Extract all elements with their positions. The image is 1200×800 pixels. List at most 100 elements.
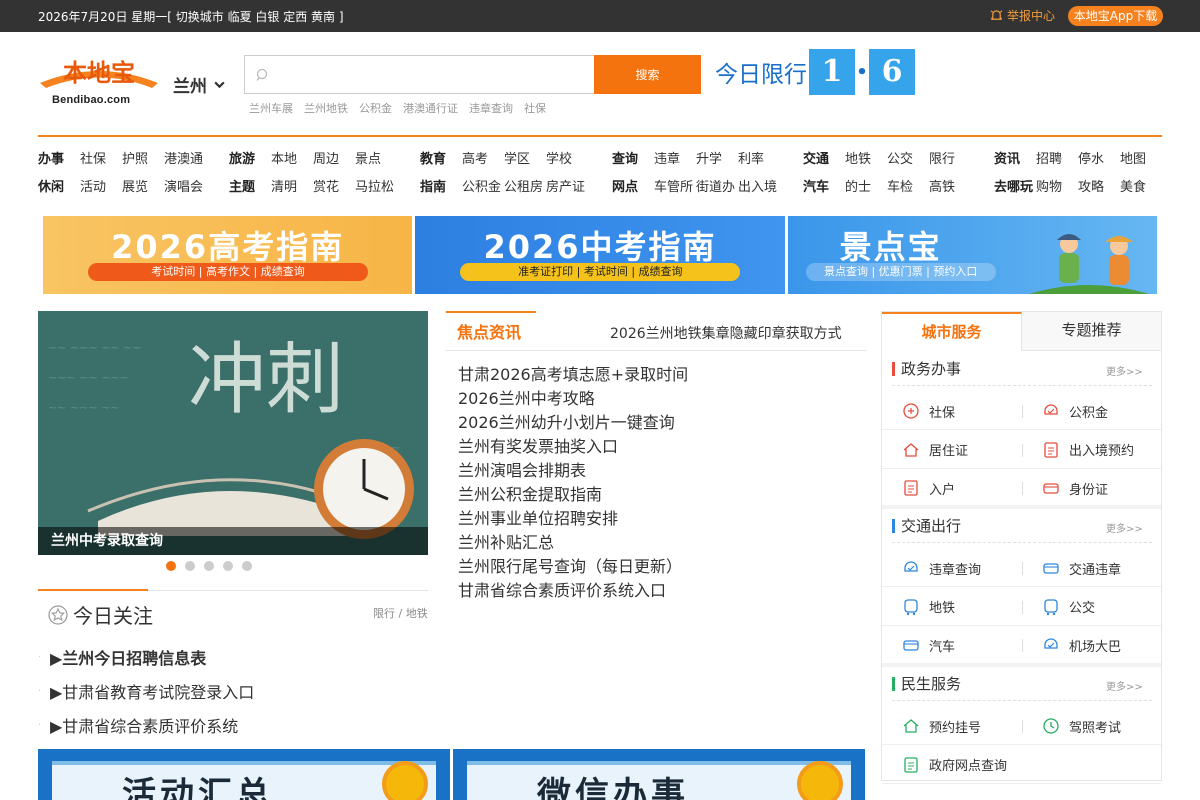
news-link[interactable]: 兰州有奖发票抽奖入口	[458, 433, 688, 457]
slider-dot[interactable]	[166, 561, 176, 571]
nav-link[interactable]: 马拉松	[355, 178, 397, 206]
service-link[interactable]: 驾照考试	[1042, 707, 1121, 745]
service-link[interactable]: 政府网点查询	[902, 746, 1007, 784]
news-link[interactable]: 兰州补贴汇总	[458, 529, 688, 553]
traffic-limit[interactable]: 今日限行 1 • 6	[715, 49, 915, 95]
service-link[interactable]: 出入境预约	[1042, 431, 1134, 469]
scenic-spot-banner[interactable]: 景点宝 景点查询 | 优惠门票 | 预约入口	[787, 216, 1157, 294]
nav-link[interactable]: 周边	[313, 150, 355, 178]
nav-link[interactable]: 购物	[1036, 178, 1078, 206]
slider-dot[interactable]	[204, 561, 214, 571]
service-link[interactable]: 预约挂号	[902, 707, 981, 745]
nav-link[interactable]: 学校	[546, 150, 588, 178]
nav-link[interactable]: 高考	[462, 150, 504, 178]
news-link[interactable]: 兰州限行尾号查询（每日更新）	[458, 553, 688, 577]
nav-link[interactable]: 本地	[271, 150, 313, 178]
tab-special-topics[interactable]: 专题推荐	[1022, 312, 1161, 350]
nav-link[interactable]: 社保	[80, 150, 122, 178]
news-link[interactable]: 兰州演唱会排期表	[458, 457, 688, 481]
city-selector[interactable]: 兰州	[173, 72, 226, 97]
nav-heading[interactable]: 资讯	[994, 150, 1036, 178]
nav-link[interactable]: 违章	[654, 150, 696, 178]
nav-link[interactable]: 地铁	[845, 150, 887, 178]
service-more-link[interactable]: 更多>>	[1106, 678, 1143, 693]
hot-keyword-link[interactable]: 违章查询	[469, 100, 513, 116]
nav-link[interactable]: 公交	[887, 150, 929, 178]
today-item[interactable]: · ▶兰州今日招聘信息表	[38, 640, 254, 674]
nav-link[interactable]: 清明	[271, 178, 313, 206]
app-download-button[interactable]: 本地宝App下载	[1068, 6, 1163, 26]
service-link[interactable]: 机场大巴	[1042, 626, 1121, 664]
news-link[interactable]: 2026兰州中考攻略	[458, 385, 688, 409]
nav-heading[interactable]: 交通	[803, 150, 845, 178]
nav-link[interactable]: 公租房	[504, 178, 546, 206]
hot-keyword-link[interactable]: 公积金	[359, 100, 392, 116]
nav-heading[interactable]: 去哪玩	[994, 178, 1036, 206]
nav-link[interactable]: 招聘	[1036, 150, 1078, 178]
focus-marquee-link[interactable]: 2026兰州地铁集章隐藏印章获取方式	[610, 323, 842, 343]
service-link[interactable]: 汽车	[902, 626, 955, 664]
nav-heading[interactable]: 汽车	[803, 178, 845, 206]
search-input[interactable]	[277, 60, 587, 90]
service-link[interactable]: 社保	[902, 392, 955, 430]
nav-link[interactable]: 港澳通	[164, 150, 206, 178]
nav-heading[interactable]: 教育	[420, 150, 462, 178]
nav-link[interactable]: 公积金	[462, 178, 504, 206]
nav-link[interactable]: 限行	[929, 150, 971, 178]
service-link[interactable]: 入户	[902, 469, 955, 507]
news-link[interactable]: 甘肃省综合素质评价系统入口	[458, 577, 688, 601]
nav-link[interactable]: 攻略	[1078, 178, 1120, 206]
hot-keyword-link[interactable]: 社保	[524, 100, 546, 116]
nav-link[interactable]: 停水	[1078, 150, 1120, 178]
zhongkao-guide-banner[interactable]: 2026中考指南 准考证打印 | 考试时间 | 成绩查询	[415, 216, 785, 294]
tab-city-services[interactable]: 城市服务	[882, 312, 1022, 351]
nav-heading[interactable]: 主题	[229, 178, 271, 206]
service-link[interactable]: 地铁	[902, 588, 955, 626]
service-link[interactable]: 违章查询	[902, 549, 981, 587]
nav-heading[interactable]: 休闲	[38, 178, 80, 206]
nav-link[interactable]: 演唱会	[164, 178, 206, 206]
service-link[interactable]: 居住证	[902, 431, 968, 469]
today-item[interactable]: · ▶甘肃省教育考试院登录入口	[38, 674, 254, 708]
slider-dot[interactable]	[185, 561, 195, 571]
service-link[interactable]: 公交	[1042, 588, 1095, 626]
nav-link[interactable]: 学区	[504, 150, 546, 178]
headline-link[interactable]: 甘肃2026高考填志愿+录取时间	[458, 361, 688, 385]
nav-heading[interactable]: 查询	[612, 150, 654, 178]
nav-link[interactable]: 活动	[80, 178, 122, 206]
news-link[interactable]: 兰州事业单位招聘安排	[458, 505, 688, 529]
nav-link[interactable]: 的士	[845, 178, 887, 206]
nav-link[interactable]: 车检	[887, 178, 929, 206]
nav-link[interactable]: 升学	[696, 150, 738, 178]
hot-keyword-link[interactable]: 兰州地铁	[304, 100, 348, 116]
nav-link[interactable]: 景点	[355, 150, 397, 178]
nav-link[interactable]: 护照	[122, 150, 164, 178]
service-link[interactable]: 公积金	[1042, 392, 1108, 430]
nav-heading[interactable]: 指南	[420, 178, 462, 206]
headline-link[interactable]: 兰州公积金提取指南	[458, 481, 688, 505]
nav-link[interactable]: 车管所	[654, 178, 696, 206]
nav-heading[interactable]: 网点	[612, 178, 654, 206]
service-link[interactable]: 身份证	[1042, 469, 1108, 507]
nav-link[interactable]: 出入境	[738, 178, 780, 206]
nav-link[interactable]: 房产证	[546, 178, 588, 206]
activity-summary-banner[interactable]: 活动汇总	[38, 749, 450, 800]
nav-link[interactable]: 利率	[738, 150, 780, 178]
news-link[interactable]: 2026兰州幼升小划片一键查询	[458, 409, 688, 433]
service-more-link[interactable]: 更多>>	[1106, 520, 1143, 535]
service-more-link[interactable]: 更多>>	[1106, 363, 1143, 378]
nav-heading[interactable]: 旅游	[229, 150, 271, 178]
nav-link[interactable]: 高铁	[929, 178, 971, 206]
service-link[interactable]: 交通违章	[1042, 549, 1121, 587]
gaokao-guide-banner[interactable]: 2026高考指南 考试时间 | 高考作文 | 成绩查询	[43, 216, 413, 294]
today-item[interactable]: · ▶甘肃省综合素质评价系统	[38, 708, 254, 742]
site-logo[interactable]: 本地宝 Bendibao.com	[38, 55, 160, 110]
nav-link[interactable]: 地图	[1120, 150, 1162, 178]
image-slider[interactable]: 冲刺 ~~ ~~~ ~~ ~~~~~ ~~ ~~~ ~~ ~~~ ~~~~ ~~…	[38, 311, 428, 555]
slider-dot[interactable]	[242, 561, 252, 571]
hot-keyword-link[interactable]: 港澳通行证	[403, 100, 458, 116]
date-city-switch[interactable]: 2026年7月20日 星期一[ 切换城市 临夏 白银 定西 黄南 ]	[38, 8, 344, 25]
nav-heading[interactable]: 办事	[38, 150, 80, 178]
search-button[interactable]: 搜索	[594, 55, 701, 94]
hot-keyword-link[interactable]: 兰州车展	[249, 100, 293, 116]
